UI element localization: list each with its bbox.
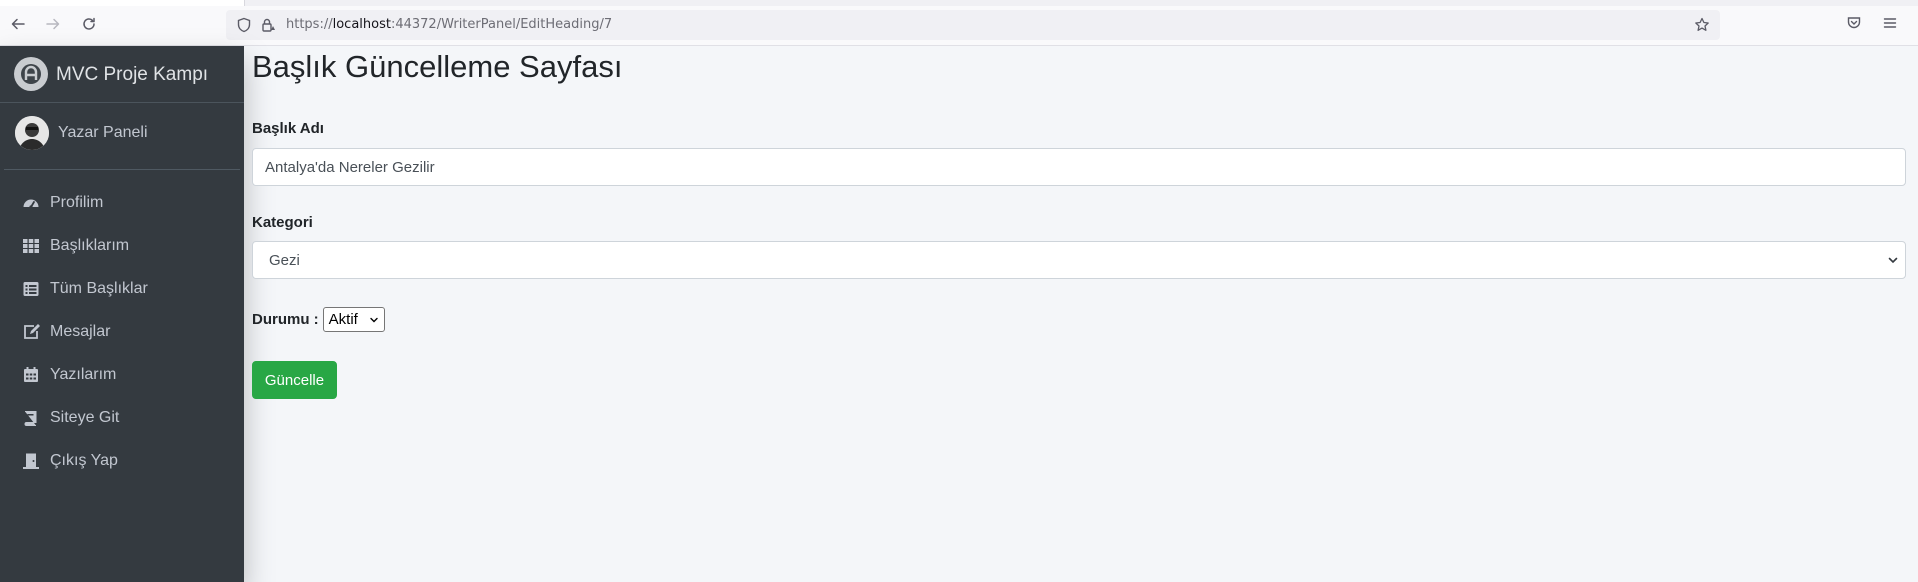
sidebar-item-mesajlar[interactable]: Mesajlar <box>0 310 244 353</box>
sidebar-item-label: Çıkış Yap <box>50 452 118 469</box>
sidebar: MVC Proje Kampı Yazar Paneli Profilim Ba… <box>0 46 244 582</box>
edit-icon <box>21 323 41 341</box>
tab-strip <box>0 0 1918 6</box>
avatar[interactable] <box>15 116 49 150</box>
sidebar-item-label: Siteye Git <box>50 409 120 426</box>
tachometer-icon <box>21 194 41 212</box>
page-title: Başlık Güncelleme Sayfası <box>252 49 623 84</box>
heading-name-value: Antalya'da Nereler Gezilir <box>265 158 435 176</box>
arrow-right-icon <box>46 18 60 30</box>
url-host: localhost <box>332 17 391 32</box>
brand-link[interactable]: MVC Proje Kampı <box>0 46 244 103</box>
chevron-down-icon <box>369 317 378 322</box>
active-tab[interactable] <box>0 0 245 6</box>
url-bar[interactable]: https://localhost:44372/WriterPanel/Edit… <box>226 10 1720 40</box>
pocket-icon[interactable] <box>1846 15 1862 31</box>
door-icon <box>21 452 41 470</box>
status-select[interactable]: Aktif <box>322 306 385 332</box>
browser-toolbar: https://localhost:44372/WriterPanel/Edit… <box>0 0 1918 46</box>
url-path: :44372/WriterPanel/EditHeading/7 <box>390 17 613 32</box>
book-icon <box>21 409 41 427</box>
update-button[interactable]: Güncelle <box>252 361 337 399</box>
status-row: Durumu : Aktif <box>252 305 385 333</box>
sidebar-item-profilim[interactable]: Profilim <box>0 181 244 224</box>
sidebar-item-cikis-yap[interactable]: Çıkış Yap <box>0 439 244 482</box>
user-name[interactable]: Yazar Paneli <box>58 124 148 142</box>
lock-warning-icon[interactable] <box>260 17 276 33</box>
list-icon <box>21 280 41 298</box>
sidebar-item-siteye-git[interactable]: Siteye Git <box>0 396 244 439</box>
sidebar-item-label: Yazılarım <box>50 366 117 383</box>
shield-icon[interactable] <box>236 17 252 33</box>
url-prefix: https:// <box>286 17 333 32</box>
reload-icon <box>83 17 95 30</box>
calendar-icon <box>21 366 41 384</box>
sidebar-item-label: Mesajlar <box>50 323 111 340</box>
heading-name-label: Başlık Adı <box>252 120 324 137</box>
back-button[interactable] <box>6 12 30 36</box>
arrow-left-icon <box>11 18 25 30</box>
chevron-down-icon <box>1888 257 1898 264</box>
sidebar-item-basliklarim[interactable]: Başlıklarım <box>0 224 244 267</box>
sidebar-item-yazilarim[interactable]: Yazılarım <box>0 353 244 396</box>
category-selected-value: Gezi <box>269 251 300 269</box>
menu-icon[interactable] <box>1882 15 1898 31</box>
sidebar-item-tum-basliklar[interactable]: Tüm Başlıklar <box>0 267 244 310</box>
brand-text: MVC Proje Kampı <box>56 64 209 85</box>
grid-icon <box>21 237 41 255</box>
sidebar-item-label: Profilim <box>50 194 104 211</box>
category-label: Kategori <box>252 214 313 231</box>
reload-button[interactable] <box>77 12 101 36</box>
category-select[interactable]: Gezi <box>252 241 1906 279</box>
main-content: Başlık Güncelleme Sayfası Başlık Adı Ant… <box>244 46 1918 582</box>
url-text[interactable]: https://localhost:44372/WriterPanel/Edit… <box>286 17 612 32</box>
sidebar-menu: Profilim Başlıklarım Tüm Başlıklar Mesaj… <box>0 181 244 482</box>
sidebar-item-label: Tüm Başlıklar <box>50 280 148 297</box>
star-icon[interactable] <box>1694 17 1710 33</box>
heading-name-input[interactable]: Antalya'da Nereler Gezilir <box>252 148 1906 186</box>
sidebar-item-label: Başlıklarım <box>50 237 130 254</box>
user-panel: Yazar Paneli <box>4 104 240 170</box>
status-label: Durumu : <box>252 310 319 328</box>
status-selected-value: Aktif <box>328 310 358 328</box>
forward-button[interactable] <box>41 12 65 36</box>
brand-logo-icon <box>14 57 48 91</box>
